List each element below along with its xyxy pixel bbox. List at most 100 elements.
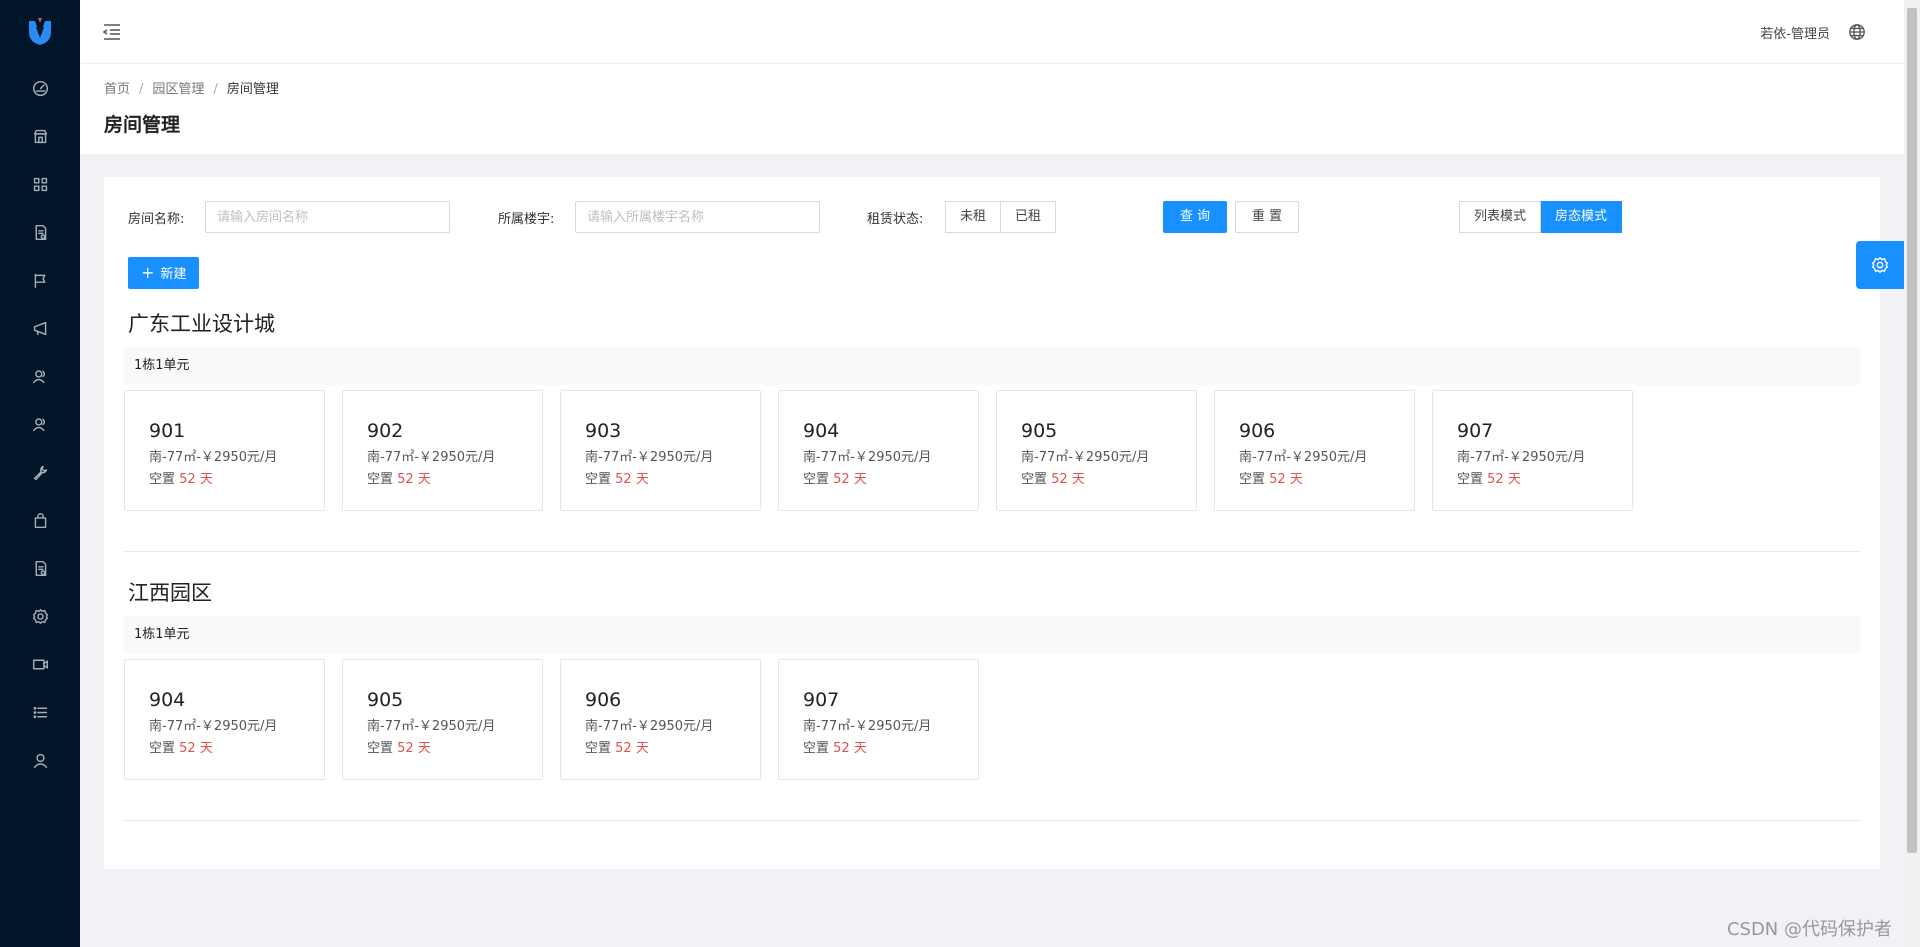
breadcrumb-home[interactable]: 首页 [104,82,130,97]
page-scrollbar[interactable] [1904,0,1920,947]
scrollbar-thumb[interactable] [1907,8,1917,853]
room-info: 南-77㎡-￥2950元/月 [149,719,278,734]
vacant-days: 52 天 [615,472,649,487]
nav-settings[interactable] [0,592,80,640]
room-number: 903 [585,420,622,442]
nav-video[interactable] [0,640,80,688]
list-mode-button[interactable]: 列表模式 [1459,201,1542,233]
gear-icon [32,608,48,624]
room-vacancy: 空置 52 天 [149,741,213,756]
room-card[interactable]: 905 南-77㎡-￥2950元/月 空置 52 天 [342,659,543,780]
vacant-days: 52 天 [1269,472,1303,487]
room-number: 902 [367,420,404,442]
vacant-days: 52 天 [397,741,431,756]
room-card[interactable]: 903 南-77㎡-￥2950元/月 空置 52 天 [560,390,761,511]
sidebar-toggle[interactable] [102,22,122,46]
app-logo[interactable] [0,0,80,64]
nav-users-2[interactable] [0,400,80,448]
room-info: 南-77㎡-￥2950元/月 [1239,450,1368,465]
user-name[interactable]: 若依-管理员 [1760,23,1830,42]
rent-status-label: 租赁状态: [867,212,924,227]
nav-document-2[interactable] [0,544,80,592]
room-status-mode-button[interactable]: 房态模式 [1541,201,1623,233]
building-input[interactable] [575,201,820,233]
top-navbar: 若依-管理员 [80,0,1904,64]
room-name-label: 房间名称: [128,212,185,227]
room-number: 906 [1239,420,1276,442]
list-icon [33,706,47,718]
nav-document[interactable] [0,208,80,256]
room-vacancy: 空置 52 天 [1457,472,1521,487]
page-header: 首页 / 园区管理 / 房间管理 房间管理 [80,64,1904,154]
nav-tools[interactable] [0,448,80,496]
room-card[interactable]: 902 南-77㎡-￥2950元/月 空置 52 天 [342,390,543,511]
nav-list[interactable] [0,688,80,736]
room-card[interactable]: 905 南-77㎡-￥2950元/月 空置 52 天 [996,390,1197,511]
new-button[interactable]: + 新建 [128,257,200,289]
section-divider [124,820,1860,821]
room-vacancy: 空置 52 天 [149,472,213,487]
plus-icon: + [141,263,155,282]
language-switch[interactable] [1848,23,1866,45]
reset-button[interactable]: 重 置 [1235,201,1299,233]
room-vacancy: 空置 52 天 [585,741,649,756]
breadcrumb-current: 房间管理 [226,82,279,97]
vacant-days: 52 天 [615,741,649,756]
new-button-label: 新建 [160,267,187,282]
nav-bag[interactable] [0,496,80,544]
nav-user[interactable] [0,736,80,784]
room-card[interactable]: 906 南-77㎡-￥2950元/月 空置 52 天 [560,659,761,780]
room-vacancy: 空置 52 天 [1239,472,1303,487]
rent-status-rented[interactable]: 已租 [1001,201,1057,233]
room-vacancy: 空置 52 天 [803,741,867,756]
nav-store[interactable] [0,112,80,160]
room-list: 901 南-77㎡-￥2950元/月 空置 52 天 902 南-77㎡-￥2950元… [124,390,1633,511]
bag-icon [34,512,46,528]
rent-status-group: 未租 已租 [945,201,1057,233]
room-info: 南-77㎡-￥2950元/月 [585,719,714,734]
user-group-icon [32,369,45,383]
room-name-input[interactable] [205,201,450,233]
park-title: 广东工业设计城 [128,312,275,336]
nav-flag[interactable] [0,256,80,304]
room-info: 南-77㎡-￥2950元/月 [1457,450,1586,465]
room-vacancy: 空置 52 天 [1021,472,1085,487]
section-divider [124,551,1860,552]
grid-icon [33,177,47,191]
room-info: 南-77㎡-￥2950元/月 [803,719,932,734]
main-card: 房间名称: 所属楼宇: 租赁状态: 未租 已租 查 询 重 置 列表模式 房态模… [104,177,1880,869]
room-number: 907 [803,689,840,711]
user-group-icon [32,417,45,431]
room-info: 南-77㎡-￥2950元/月 [367,450,496,465]
room-card[interactable]: 907 南-77㎡-￥2950元/月 空置 52 天 [1432,390,1633,511]
nav-grid[interactable] [0,160,80,208]
room-list: 904 南-77㎡-￥2950元/月 空置 52 天 905 南-77㎡-￥2950元… [124,659,979,780]
breadcrumb-park-management[interactable]: 园区管理 [152,82,204,97]
nav-announcement[interactable] [0,304,80,352]
room-info: 南-77㎡-￥2950元/月 [585,450,714,465]
room-card[interactable]: 901 南-77㎡-￥2950元/月 空置 52 天 [124,390,325,511]
room-vacancy: 空置 52 天 [585,472,649,487]
flag-icon [34,273,45,288]
query-button[interactable]: 查 询 [1163,201,1227,233]
nav-dashboard[interactable] [0,64,80,112]
room-number: 905 [367,689,404,711]
room-vacancy: 空置 52 天 [803,472,867,487]
settings-drawer-button[interactable] [1856,241,1904,289]
room-number: 905 [1021,420,1058,442]
vacant-days: 52 天 [179,472,213,487]
sidebar [0,0,80,947]
user-icon [33,753,47,768]
room-card[interactable]: 904 南-77㎡-￥2950元/月 空置 52 天 [778,390,979,511]
room-vacancy: 空置 52 天 [367,741,431,756]
dashboard-icon [32,80,48,96]
room-number: 901 [149,420,186,442]
room-card[interactable]: 904 南-77㎡-￥2950元/月 空置 52 天 [124,659,325,780]
room-card[interactable]: 907 南-77㎡-￥2950元/月 空置 52 天 [778,659,979,780]
building-label: 所属楼宇: [498,212,555,227]
rent-status-unrented[interactable]: 未租 [945,201,1002,233]
room-card[interactable]: 906 南-77㎡-￥2950元/月 空置 52 天 [1214,390,1415,511]
nav-users-1[interactable] [0,352,80,400]
vacant-days: 52 天 [833,472,867,487]
video-icon [32,659,48,669]
